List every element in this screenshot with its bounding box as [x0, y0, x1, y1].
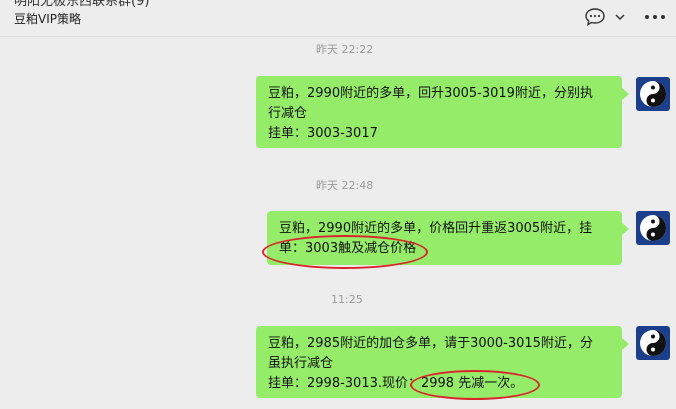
- message-bubble[interactable]: 豆粕，2990附近的多单，回升3005-3019附近，分别执 行减仓 挂单：30…: [256, 76, 629, 148]
- more-icon[interactable]: [644, 13, 666, 21]
- message-line: 挂单：2998-3013.现价：2998 先减一次。: [268, 376, 524, 391]
- chat-bubble-icon[interactable]: [584, 7, 606, 27]
- avatar[interactable]: [636, 77, 670, 111]
- chat-subtitle[interactable]: 豆粕VIP策略: [14, 10, 81, 27]
- message-line: 豆粕，2990附近的多单，回升3005-3019附近，分别执: [268, 86, 593, 101]
- header-actions: [584, 7, 666, 27]
- message-line: 行减仓: [268, 106, 308, 121]
- yin-yang-icon: [640, 215, 666, 241]
- message-line: 虽执行减仓: [268, 356, 334, 371]
- message-line: 豆粕，2985附近的加仓多单，请于3000-3015附近，分: [268, 336, 593, 351]
- chat-header: 明阳无极东西联系群(9) 豆粕VIP策略: [0, 0, 676, 37]
- message-timestamp: 昨天 22:48: [316, 179, 374, 192]
- message-timestamp: 11:25: [331, 293, 363, 306]
- message-bubble[interactable]: 豆粕，2990附近的多单，价格回升重返3005附近，挂 单：3003触及减仓价格: [267, 211, 629, 265]
- message-line: 豆粕，2990附近的多单，价格回升重返3005附近，挂: [279, 221, 593, 236]
- message-line: 单：3003触及减仓价格: [279, 241, 417, 256]
- avatar[interactable]: [636, 326, 670, 360]
- yin-yang-icon: [640, 330, 666, 356]
- message-bubble[interactable]: 豆粕，2985附近的加仓多单，请于3000-3015附近，分 虽执行减仓 挂单：…: [256, 326, 629, 398]
- message-line: 挂单：3003-3017: [268, 126, 378, 141]
- message-timestamp: 昨天 22:22: [316, 43, 374, 56]
- yin-yang-icon: [640, 81, 666, 107]
- chat-title: 明阳无极东西联系群(9): [14, 0, 150, 9]
- chevron-down-icon[interactable]: [614, 11, 626, 23]
- avatar[interactable]: [636, 211, 670, 245]
